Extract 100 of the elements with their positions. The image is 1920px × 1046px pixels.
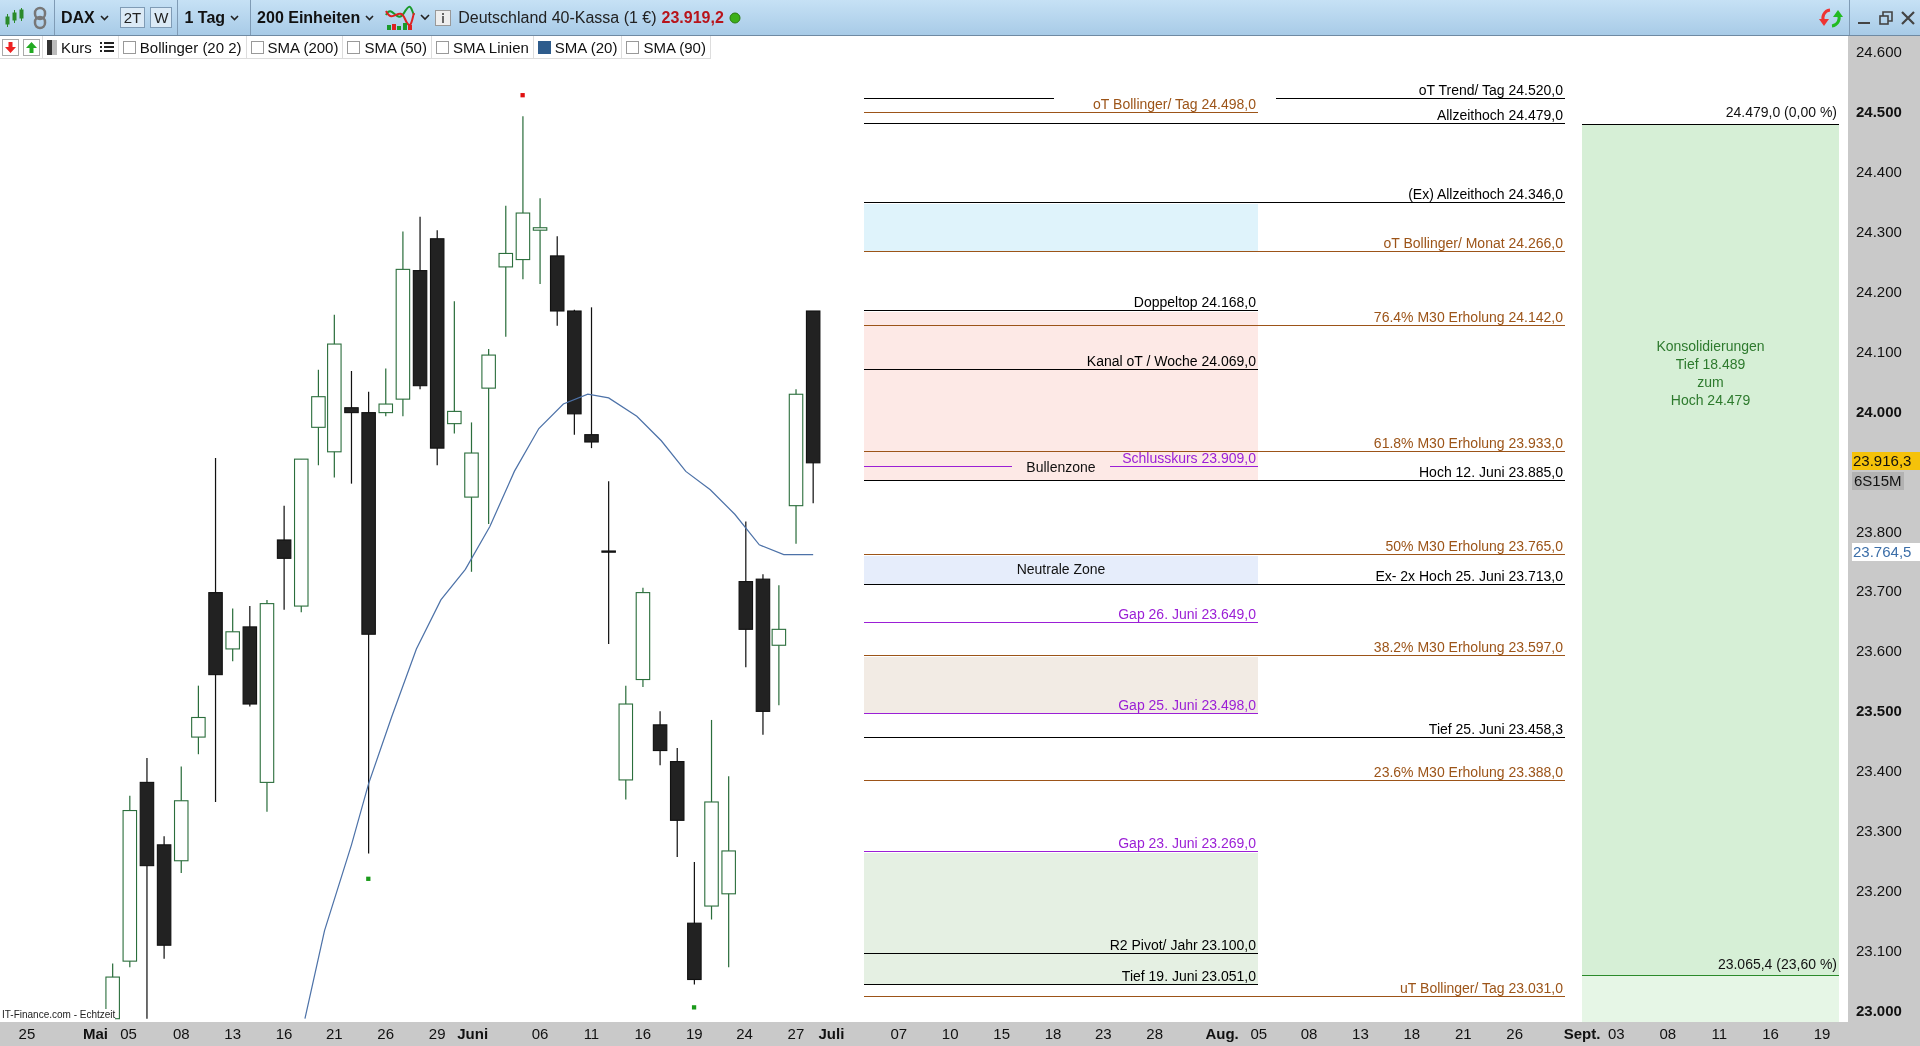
indicator-toggle[interactable]: SMA Linien [430,36,533,58]
consolidation-text: Tief 18.489 [1675,355,1746,373]
price-tick: 23.200 [1856,882,1902,900]
indicator-toggle[interactable]: Bollinger (20 2) [117,36,246,58]
date-tick: 06 [531,1025,549,1042]
price-tick: 24.600 [1856,43,1902,61]
date-tick: 29 [428,1025,446,1042]
indicator-toggle[interactable]: SMA (20) [532,36,622,58]
price-tick: 23.600 [1856,642,1902,660]
level-label: 61.8% M30 Erholung 23.933,0 [1373,436,1564,451]
date-tick: 08 [1659,1025,1677,1042]
status-dot-icon [728,11,741,24]
level-label: Schlusskurs 23.909,0 [1122,451,1257,466]
level-label: R2 Pivot/ Jahr 23.100,0 [1109,938,1257,953]
level-label: oT Trend/ Tag 24.520,0 [1418,83,1564,98]
price-tick: 24.000 [1856,402,1902,420]
current-price-tag: 23.916,3 [1852,451,1920,470]
date-tick: 26 [377,1025,395,1042]
level-label: Tief 25. Juni 23.458,3 [1428,722,1564,737]
date-tick: 25 [18,1025,36,1042]
level-label: 38.2% M30 Erholung 23.597,0 [1373,640,1564,655]
date-tick: 05 [1250,1025,1268,1042]
indicator-toggle[interactable]: SMA (200) [245,36,343,58]
countdown-tag: 6S15M [1852,471,1904,490]
candlestick-icon[interactable] [4,6,26,29]
level-label: oT Bollinger/ Tag 24.498,0 [1093,97,1257,112]
caret-icon [230,14,240,21]
date-tick: Mai [83,1025,108,1042]
date-tick: Sept. [1563,1025,1601,1042]
instrument-title: Deutschland 40-Kassa (1 €) [458,8,657,27]
indicator-checkbox[interactable] [537,40,551,54]
sell-arrow-icon[interactable] [2,38,19,56]
range-low-label: 23.065,4 (23,60 %) [1717,956,1837,972]
link-icon[interactable] [31,5,49,30]
price-tick: 24.500 [1856,103,1902,120]
view-button[interactable]: W [150,7,173,28]
indicator-checkbox[interactable] [122,40,136,54]
date-tick: 10 [941,1025,959,1042]
date-tick: 13 [224,1025,241,1042]
date-tick: 21 [325,1025,343,1042]
date-tick: 08 [172,1025,190,1042]
indicator-checkbox[interactable] [347,40,361,54]
price-tick: 23.500 [1856,702,1902,720]
price-tick: 24.300 [1856,222,1902,240]
price-tick: 23.800 [1856,522,1902,540]
consolidation-text: zum [1697,373,1724,391]
indicator-toggle[interactable]: SMA (50) [342,36,431,58]
symbol-dropdown[interactable]: DAX [54,0,115,35]
date-tick: 11 [1711,1025,1727,1042]
price-tick: 23.400 [1856,762,1902,780]
consolidation-text: Hoch 24.479 [1670,391,1751,409]
date-tick: 16 [275,1025,293,1042]
date-tick: 03 [1608,1025,1625,1042]
level-label: 76.4% M30 Erholung 24.142,0 [1373,310,1564,325]
price-series-toggle[interactable]: Kurs [42,36,96,58]
level-label: uT Bollinger/ Tag 23.031,0 [1400,981,1564,996]
price-marker-tag: 23.764,5 [1852,542,1920,561]
source-note: IT-Finance.com - Echtzeit [2,1009,116,1020]
date-tick: 16 [1762,1025,1779,1042]
level-label: Gap 25. Juni 23.498,0 [1118,698,1257,713]
date-tick: 18 [1403,1025,1421,1042]
indicator-chart-icon[interactable] [385,4,416,31]
caret-icon[interactable] [420,14,431,21]
date-tick: 24 [736,1025,753,1042]
indicator-checkbox[interactable] [435,40,449,54]
date-tick: 11 [583,1025,600,1042]
date-tick: 19 [1813,1025,1831,1042]
level-label: Gap 26. Juni 23.649,0 [1118,607,1257,622]
close-icon[interactable] [1900,9,1916,26]
date-tick: 26 [1506,1025,1524,1042]
level-label: Gap 23. Juni 23.269,0 [1118,836,1257,851]
list-icon[interactable] [99,41,114,53]
date-tick: 19 [685,1025,703,1042]
indicator-checkbox[interactable] [250,40,264,54]
info-icon[interactable] [435,9,452,26]
units-dropdown[interactable]: 200 Einheiten [250,0,381,35]
date-tick: 21 [1454,1025,1472,1042]
date-tick: 08 [1300,1025,1318,1042]
level-label: Allzeithoch 24.479,0 [1436,108,1564,123]
date-tick: 23 [1094,1025,1112,1042]
period-dropdown[interactable]: 1 Tag [177,0,246,35]
date-tick: 15 [993,1025,1010,1042]
date-tick: 16 [634,1025,652,1042]
date-tick: 13 [1352,1025,1369,1042]
price-tick: 24.400 [1856,162,1902,180]
caret-icon [365,14,375,21]
level-label: Tief 19. Juni 23.051,0 [1121,969,1257,984]
level-label: (Ex) Allzeithoch 24.346,0 [1408,187,1564,202]
date-tick: 18 [1044,1025,1062,1042]
series-label: Kurs [61,38,92,56]
level-label: oT Bollinger/ Monat 24.266,0 [1383,236,1564,251]
indicator-toggle[interactable]: SMA (90) [621,36,710,58]
indicator-checkbox[interactable] [626,40,640,54]
price-tick: 23.700 [1856,582,1902,600]
buy-arrow-icon[interactable] [23,38,40,56]
view-button[interactable]: 2T [119,7,146,28]
price-tick: 23.000 [1856,1001,1902,1019]
date-tick: 28 [1146,1025,1164,1042]
restore-icon[interactable] [1878,9,1894,26]
candlestick [225,607,240,662]
